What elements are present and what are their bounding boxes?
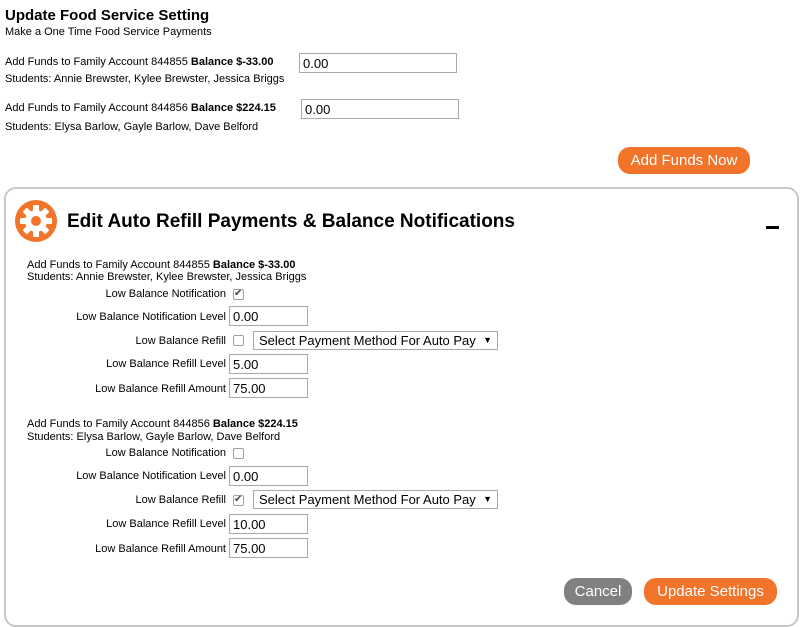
panel-title: Edit Auto Refill Payments & Balance Noti… <box>67 211 515 232</box>
low-balance-refill-label: Low Balance Refill <box>135 335 227 347</box>
account-students: Students: Elysa Barlow, Gayle Barlow, Da… <box>5 121 259 133</box>
payment-method-value: Select Payment Method For Auto Pay <box>259 333 476 348</box>
account-line: Add Funds to Family Account 844856 Balan… <box>5 102 276 115</box>
notification-level-input[interactable] <box>229 306 308 326</box>
chevron-down-icon: ▼ <box>483 335 492 345</box>
cancel-button[interactable]: Cancel <box>564 578 632 605</box>
account-balance: Balance $224.15 <box>212 418 298 430</box>
account-line: Add Funds to Family Account 844855 Balan… <box>5 56 273 69</box>
amount-input[interactable] <box>301 99 459 119</box>
account-balance: Balance $-33.00 <box>190 56 274 68</box>
account-students: Students: Annie Brewster, Kylee Brewster… <box>27 271 307 283</box>
refill-level-input[interactable] <box>229 354 308 374</box>
refill-level-input[interactable] <box>229 514 308 534</box>
low-balance-notification-checkbox[interactable]: ✔ <box>233 288 244 300</box>
refill-amount-label: Low Balance Refill Amount <box>95 383 226 395</box>
gear-icon <box>14 199 58 243</box>
low-balance-notification-label: Low Balance Notification <box>105 447 226 459</box>
account-students: Students: Elysa Barlow, Gayle Barlow, Da… <box>27 431 281 443</box>
refill-level-label: Low Balance Refill Level <box>106 358 226 370</box>
notification-level-input[interactable] <box>229 466 308 486</box>
check-icon: ✔ <box>234 288 243 299</box>
low-balance-refill-checkbox[interactable] <box>233 335 244 346</box>
account-line: Add Funds to Family Account 844856 Balan… <box>27 418 298 431</box>
minus-icon[interactable] <box>766 226 779 229</box>
account-prefix: Add Funds to Family Account 844855 <box>27 259 210 271</box>
account-students: Students: Annie Brewster, Kylee Brewster… <box>5 73 285 85</box>
page-title: Update Food Service Setting <box>5 7 210 24</box>
refill-amount-label: Low Balance Refill Amount <box>95 543 226 555</box>
low-balance-refill-checkbox[interactable]: ✔ <box>233 494 244 506</box>
amount-input[interactable] <box>299 53 457 73</box>
refill-level-label: Low Balance Refill Level <box>106 518 226 530</box>
low-balance-notification-label: Low Balance Notification <box>105 288 226 300</box>
low-balance-notification-checkbox[interactable] <box>233 448 244 459</box>
account-balance: Balance $-33.00 <box>212 259 296 271</box>
account-prefix: Add Funds to Family Account 844855 <box>5 56 188 68</box>
chevron-down-icon: ▼ <box>483 494 492 504</box>
payment-method-select[interactable]: Select Payment Method For Auto Pay ▼ <box>253 490 498 509</box>
notification-level-label: Low Balance Notification Level <box>76 470 226 482</box>
refill-amount-input[interactable] <box>229 378 308 398</box>
notification-level-label: Low Balance Notification Level <box>76 311 226 323</box>
refill-amount-input[interactable] <box>229 538 308 558</box>
page-subtitle: Make a One Time Food Service Payments <box>5 26 212 38</box>
check-icon: ✔ <box>234 494 243 505</box>
add-funds-now-button[interactable]: Add Funds Now <box>618 147 750 174</box>
account-prefix: Add Funds to Family Account 844856 <box>5 102 188 114</box>
account-prefix: Add Funds to Family Account 844856 <box>27 418 210 430</box>
low-balance-refill-label: Low Balance Refill <box>135 494 227 506</box>
payment-method-value: Select Payment Method For Auto Pay <box>259 492 476 507</box>
account-balance: Balance $224.15 <box>190 102 276 114</box>
update-settings-button[interactable]: Update Settings <box>644 578 777 605</box>
auto-refill-panel <box>4 187 799 627</box>
payment-method-select[interactable]: Select Payment Method For Auto Pay ▼ <box>253 331 498 350</box>
